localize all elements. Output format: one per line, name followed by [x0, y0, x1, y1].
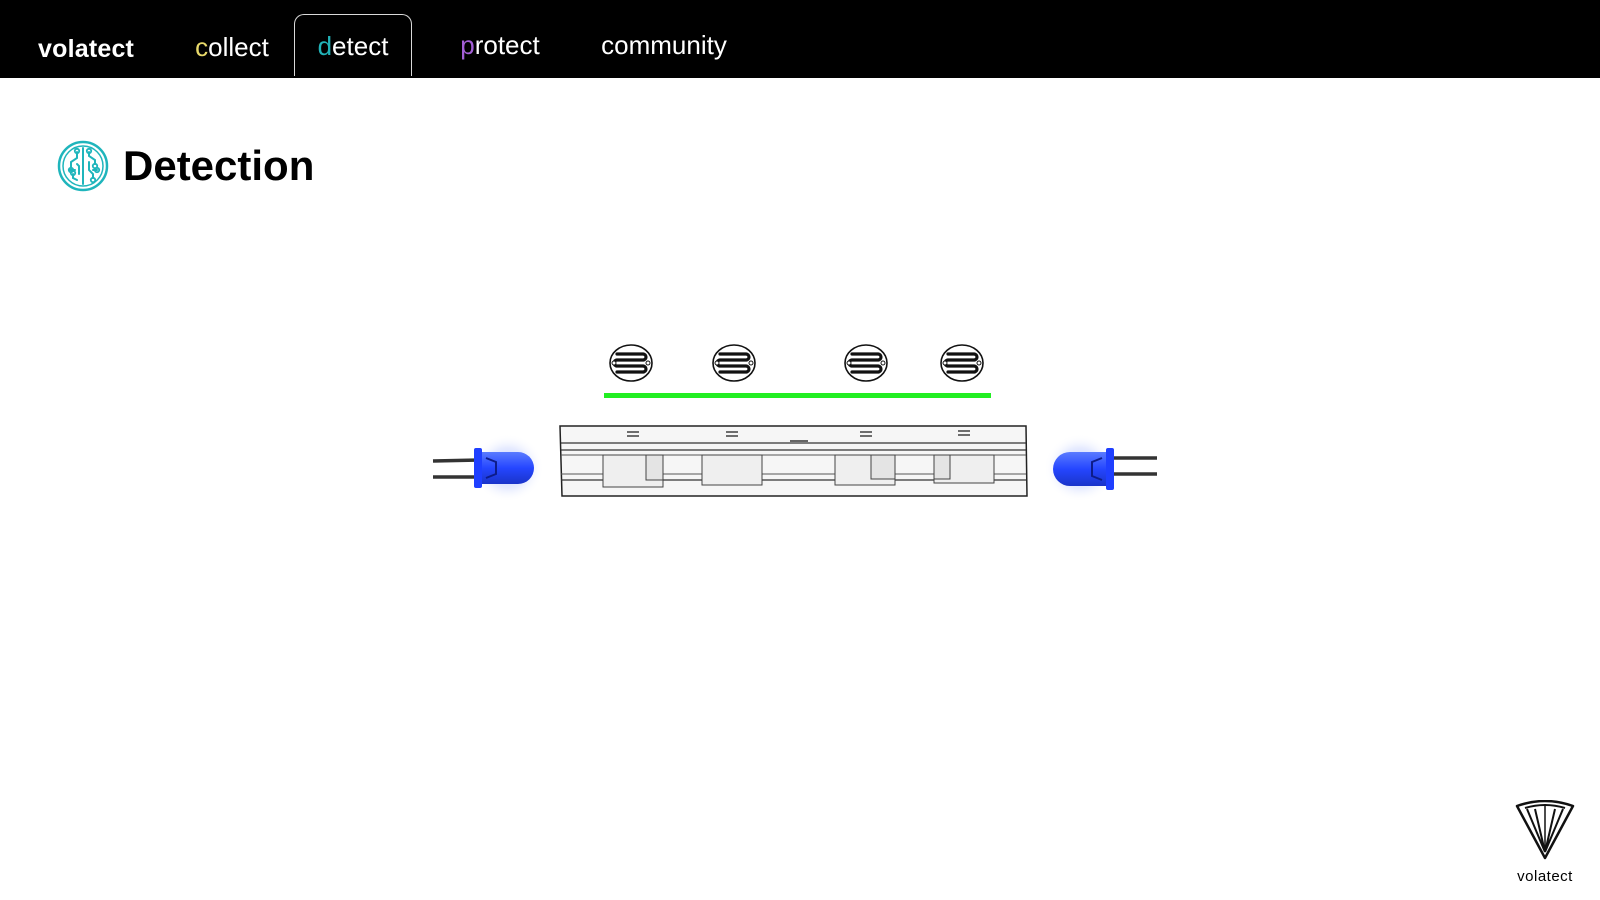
photoresistor-icon — [843, 343, 889, 383]
tab-collect[interactable]: collect — [182, 14, 282, 76]
tab-protect-label: rotect — [474, 30, 540, 60]
tab-detect-label: etect — [332, 31, 389, 61]
tab-community-label: community — [601, 30, 727, 60]
tab-protect-initial: p — [460, 30, 475, 60]
light-beam — [604, 393, 991, 398]
circuit-brain-icon — [57, 140, 109, 192]
tab-collect-label: ollect — [208, 32, 269, 62]
led-right-icon — [1044, 434, 1157, 502]
brand-logo[interactable]: volatect — [38, 35, 134, 64]
photoresistor-icon — [711, 343, 757, 383]
volatect-shield-icon — [1515, 799, 1575, 860]
tab-protect[interactable]: protect — [448, 14, 552, 76]
logo-label: volatect — [1517, 868, 1573, 885]
tab-detect-initial: d — [317, 31, 333, 61]
detection-diagram — [432, 343, 1157, 502]
top-nav: volatect collect detect protect communit… — [0, 0, 1600, 78]
photoresistor-icon — [939, 343, 985, 383]
tube-holder — [559, 425, 1028, 497]
footer-logo[interactable]: volatect — [1505, 799, 1585, 885]
tab-detect[interactable]: detect — [294, 14, 412, 76]
page-title: Detection — [123, 142, 315, 189]
tab-community[interactable]: community — [588, 14, 740, 76]
tab-collect-initial: c — [195, 32, 209, 62]
led-left-icon — [432, 434, 544, 502]
photoresistor-icon — [608, 343, 654, 383]
